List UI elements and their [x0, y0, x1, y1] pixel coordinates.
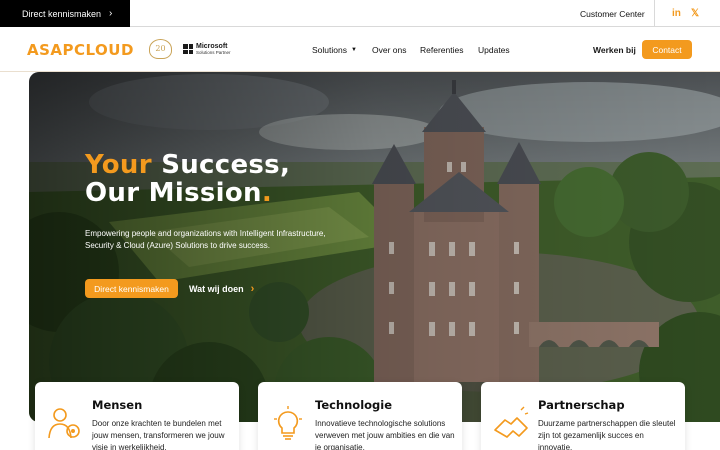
headline-your: Your: [85, 150, 152, 180]
top-bar: Direct kennismaken › Customer Center in …: [0, 0, 720, 27]
asapcloud-logo[interactable]: ASAPCLOUD: [27, 41, 134, 59]
hero-subtext: Empowering people and organizations with…: [85, 229, 326, 250]
topbar-cta-label: Direct kennismaken: [22, 8, 102, 19]
wat-wij-doen-link[interactable]: Wat wij doen ›: [189, 279, 254, 298]
microsoft-icon: [183, 44, 193, 54]
contact-button[interactable]: Contact: [642, 40, 692, 59]
card-partnerschap[interactable]: Partnerschap Duurzame partnerschappen di…: [481, 382, 685, 450]
linkedin-icon[interactable]: in: [672, 0, 681, 27]
wat-wij-doen-label: Wat wij doen: [189, 283, 244, 294]
microsoft-partner-logo: Microsoft Solutions Partner: [183, 43, 231, 55]
card-text: Duurzame partnerschappen die sleutel zij…: [538, 419, 676, 450]
people-icon: [48, 408, 80, 439]
chevron-right-icon: ›: [109, 8, 113, 19]
nav-label-solutions: Solutions: [312, 44, 347, 55]
card-technologie[interactable]: Technologie Innovatieve technologische s…: [258, 382, 462, 450]
card-text: Innovatieve technologische solutions ver…: [315, 419, 455, 450]
caret-down-icon: ▼: [350, 46, 357, 53]
main-nav: ASAPCLOUD 20 Microsoft Solutions Partner…: [0, 27, 720, 72]
card-title: Partnerschap: [538, 398, 625, 412]
anniversary-badge: 20: [149, 39, 172, 59]
partner-name: Microsoft: [196, 43, 228, 50]
card-title: Technologie: [315, 398, 393, 412]
direct-kennismaken-button[interactable]: Direct kennismaken: [85, 279, 178, 298]
handshake-icon: [494, 406, 529, 438]
nav-item-over-ons[interactable]: Over ons: [372, 27, 407, 72]
hero-headline: Your Success, Our Mission.: [85, 151, 290, 207]
partner-sub: Solutions Partner: [196, 50, 231, 55]
customer-center-link[interactable]: Customer Center: [580, 0, 645, 27]
headline-our-mission: Our Mission: [85, 178, 262, 208]
direct-kennismaken-topbar-link[interactable]: Direct kennismaken ›: [0, 0, 130, 27]
x-icon[interactable]: 𝕏: [691, 0, 699, 27]
lightbulb-icon: [274, 406, 302, 440]
nav-item-referenties[interactable]: Referenties: [420, 27, 463, 72]
divider: [654, 0, 655, 27]
chevron-right-icon: ›: [250, 282, 255, 295]
headline-period: .: [261, 178, 272, 208]
card-mensen[interactable]: Mensen Door onze krachten te bundelen me…: [35, 382, 239, 450]
werken-bij-link[interactable]: Werken bij: [593, 27, 636, 72]
headline-success: Success,: [161, 150, 291, 180]
card-title: Mensen: [92, 398, 143, 412]
nav-item-updates[interactable]: Updates: [478, 27, 510, 72]
nav-item-solutions[interactable]: Solutions ▼: [312, 27, 357, 72]
card-text: Door onze krachten te bundelen met jouw …: [92, 419, 225, 450]
